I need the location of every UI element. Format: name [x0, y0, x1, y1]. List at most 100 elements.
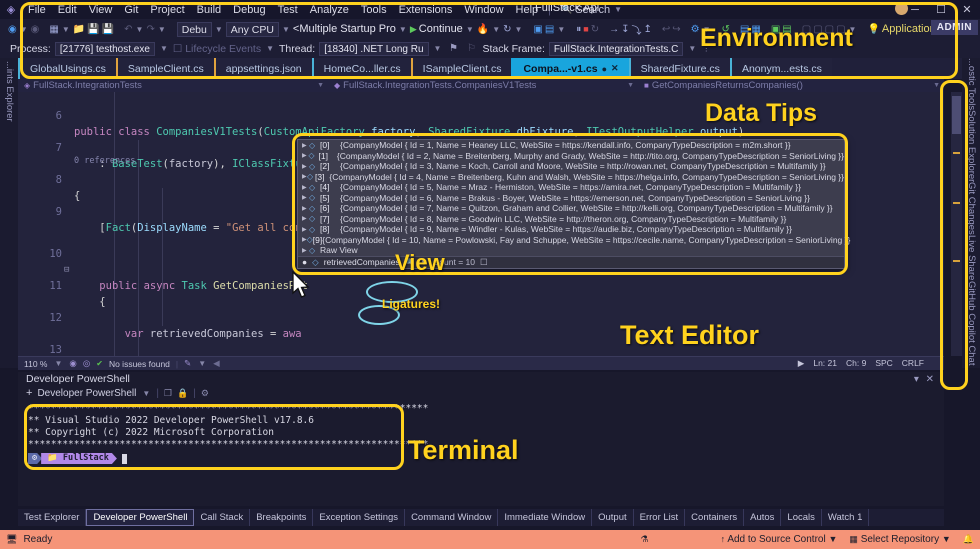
chevron-down-icon[interactable]: ▼	[317, 82, 328, 89]
copy-icon[interactable]: ❐	[164, 388, 172, 399]
chevron-down-icon[interactable]: ▼	[61, 25, 71, 34]
data-tip-row[interactable]: ▶ ◇ [4] {CompanyModel { Id = 5, Name = M…	[298, 182, 844, 193]
chevron-down-icon[interactable]: ▼	[159, 44, 169, 53]
thread-icon[interactable]: ⚙	[691, 22, 700, 36]
chevron-down-icon[interactable]: ▼	[491, 25, 501, 34]
minimize-button[interactable]: ─	[902, 4, 928, 16]
dock-item-live-share[interactable]: Live Share	[966, 235, 977, 280]
step-forward-icon[interactable]: ↪	[672, 22, 680, 36]
plus-icon[interactable]: +	[26, 387, 32, 399]
pencil-icon[interactable]: ✎	[184, 358, 191, 369]
redo-icon[interactable]: ↷	[146, 22, 154, 36]
menu-item-view[interactable]: View	[83, 2, 119, 18]
expand-triangle-icon[interactable]: ▶	[302, 226, 309, 233]
tab-homecontroller[interactable]: HomeCo...ller.cs	[312, 58, 411, 79]
tab-appsettings[interactable]: appsettings.json	[214, 58, 312, 79]
tab-output[interactable]: Output	[592, 509, 634, 526]
issue-filter-icon[interactable]: ◎	[83, 358, 90, 369]
play-icon[interactable]: ▶	[410, 24, 417, 35]
open-folder-icon[interactable]: 📁	[73, 22, 85, 36]
chevron-down-icon[interactable]: ▼	[942, 534, 951, 544]
tab-anonymous-tests[interactable]: Anonym...ests.cs	[730, 58, 832, 79]
stop-icon[interactable]: ■	[583, 24, 588, 34]
chevron-down-icon[interactable]: ▼	[687, 44, 697, 53]
layout-split-icon[interactable]: ▤	[545, 22, 554, 36]
expand-triangle-icon[interactable]: ▶	[302, 215, 309, 222]
show-next-statement-icon[interactable]: →	[609, 22, 619, 36]
encoding-indicator[interactable]: CRLF	[902, 358, 924, 369]
spaces-indicator[interactable]: SPC	[875, 358, 892, 369]
thread-dropdown[interactable]: [18340] .NET Long Ru	[319, 42, 428, 56]
data-tip-raw-view[interactable]: ▶ ◇ Raw View	[298, 245, 844, 256]
stack-frame-dropdown[interactable]: FullStack.IntegrationTests.C	[549, 42, 684, 56]
menu-item-file[interactable]: File	[22, 2, 52, 18]
data-tip-row[interactable]: ▶ ◇ [5] {CompanyModel { Id = 6, Name = B…	[298, 193, 844, 204]
data-tip-row[interactable]: ▶ ◇ [8] {CompanyModel { Id = 9, Name = W…	[298, 224, 844, 235]
menu-item-test[interactable]: Test	[272, 2, 304, 18]
menu-item-build[interactable]: Build	[191, 2, 227, 18]
pin-to-source-icon[interactable]: ☐	[480, 257, 488, 268]
menu-item-tools[interactable]: Tools	[355, 2, 393, 18]
menu-item-analyze[interactable]: Analyze	[304, 2, 355, 18]
scroll-left-icon[interactable]: ◀	[213, 358, 220, 369]
tab-command-window[interactable]: Command Window	[405, 509, 498, 526]
expand-triangle-icon[interactable]: ▶	[302, 184, 309, 191]
breadcrumb-class[interactable]: ◆ FullStack.IntegrationTests.CompaniesV1…	[328, 80, 638, 91]
save-icon[interactable]: 💾	[87, 22, 99, 36]
data-tip-row[interactable]: ▶ ◇ [2] {CompanyModel { Id = 3, Name = K…	[298, 161, 844, 172]
chevron-down-icon[interactable]: ▼	[556, 25, 566, 34]
tab-autos[interactable]: Autos	[744, 509, 781, 526]
data-tip-popup[interactable]: ▶ ◇ [0] {CompanyModel { Id = 1, Name = H…	[297, 139, 845, 269]
tab-companies-v1[interactable]: Compa...-v1.cs ● ✕	[511, 58, 628, 79]
tab-sharedfixture[interactable]: SharedFixture.cs	[629, 58, 730, 79]
gear-icon[interactable]: ⚙	[201, 388, 209, 399]
data-tip-row[interactable]: ▶ ◇ [0] {CompanyModel { Id = 1, Name = H…	[298, 140, 844, 151]
back-navigate-icon[interactable]: ◉	[8, 22, 17, 36]
platform-dropdown[interactable]: Any CPU	[226, 22, 279, 37]
step-back-icon[interactable]: ↩	[662, 22, 670, 36]
dock-item-github-copilot-chat[interactable]: GitHub Copilot Chat	[966, 281, 977, 365]
tab-immediate-window[interactable]: Immediate Window	[498, 509, 592, 526]
menu-item-edit[interactable]: Edit	[52, 2, 83, 18]
account-badge[interactable]: ADMIN	[931, 20, 978, 35]
panel-options-icon[interactable]: ▾ ✕	[914, 374, 944, 385]
issues-label[interactable]: No issues found	[109, 359, 170, 369]
new-terminal-label[interactable]: Developer PowerShell	[37, 388, 136, 399]
flag-icon[interactable]: ⚑	[446, 42, 460, 56]
menu-item-debug[interactable]: Debug	[227, 2, 271, 18]
zoom-level[interactable]: 110 %	[24, 359, 47, 369]
dock-item-solution-explorer[interactable]: Solution Explorer	[966, 110, 977, 182]
tab-call-stack[interactable]: Call Stack	[194, 509, 250, 526]
expand-triangle-icon[interactable]: ▶	[302, 247, 309, 254]
chevron-down-icon[interactable]: ▼	[433, 44, 443, 53]
save-all-icon[interactable]: 💾	[102, 22, 114, 36]
lifecycle-events-toggle[interactable]: ☐ Lifecycle Events	[173, 43, 261, 55]
select-repository-button[interactable]: ▦ Select Repository ▼	[849, 534, 950, 545]
step-out-icon[interactable]: ↥	[643, 22, 651, 36]
codelens-references[interactable]: 0 references	[74, 156, 135, 166]
process-dropdown[interactable]: [21776] testhost.exe	[55, 42, 155, 56]
maximize-button[interactable]: ☐	[928, 3, 954, 16]
chevron-down-icon[interactable]: ▼	[19, 25, 29, 34]
chevron-down-icon[interactable]: ▼	[281, 25, 291, 34]
flag-outline-icon[interactable]: ⚐	[464, 42, 478, 56]
beaker-icon[interactable]: ⚗	[641, 534, 649, 545]
chevron-down-icon[interactable]: ▼	[197, 359, 207, 368]
issue-nav-icon[interactable]: ◉	[69, 358, 76, 369]
editor-vertical-scrollbar[interactable]	[951, 92, 962, 356]
pause-icon[interactable]: ⏸	[576, 22, 581, 36]
expand-triangle-icon[interactable]: ▶	[302, 194, 309, 201]
bell-icon[interactable]: 🔔	[963, 534, 974, 545]
tab-test-explorer[interactable]: Test Explorer	[18, 509, 86, 526]
layout-window-icon[interactable]: ▣	[533, 22, 542, 36]
hot-reload-icon[interactable]: 🔥	[477, 22, 489, 36]
add-to-source-control-button[interactable]: ↑ Add to Source Control ▼	[721, 534, 838, 545]
menu-item-window[interactable]: Window	[458, 2, 509, 18]
chevron-down-icon[interactable]: ▼	[465, 25, 475, 34]
tab-sampleclient[interactable]: SampleClient.cs	[116, 58, 214, 79]
tab-containers[interactable]: Containers	[685, 509, 744, 526]
breadcrumb-member[interactable]: ■ GetCompaniesReturnsCompanies() ▼	[638, 80, 944, 91]
step-into-icon[interactable]: ↧	[621, 22, 629, 36]
lock-icon[interactable]: 🔒	[177, 388, 188, 399]
scrollbar-thumb[interactable]	[952, 96, 961, 134]
